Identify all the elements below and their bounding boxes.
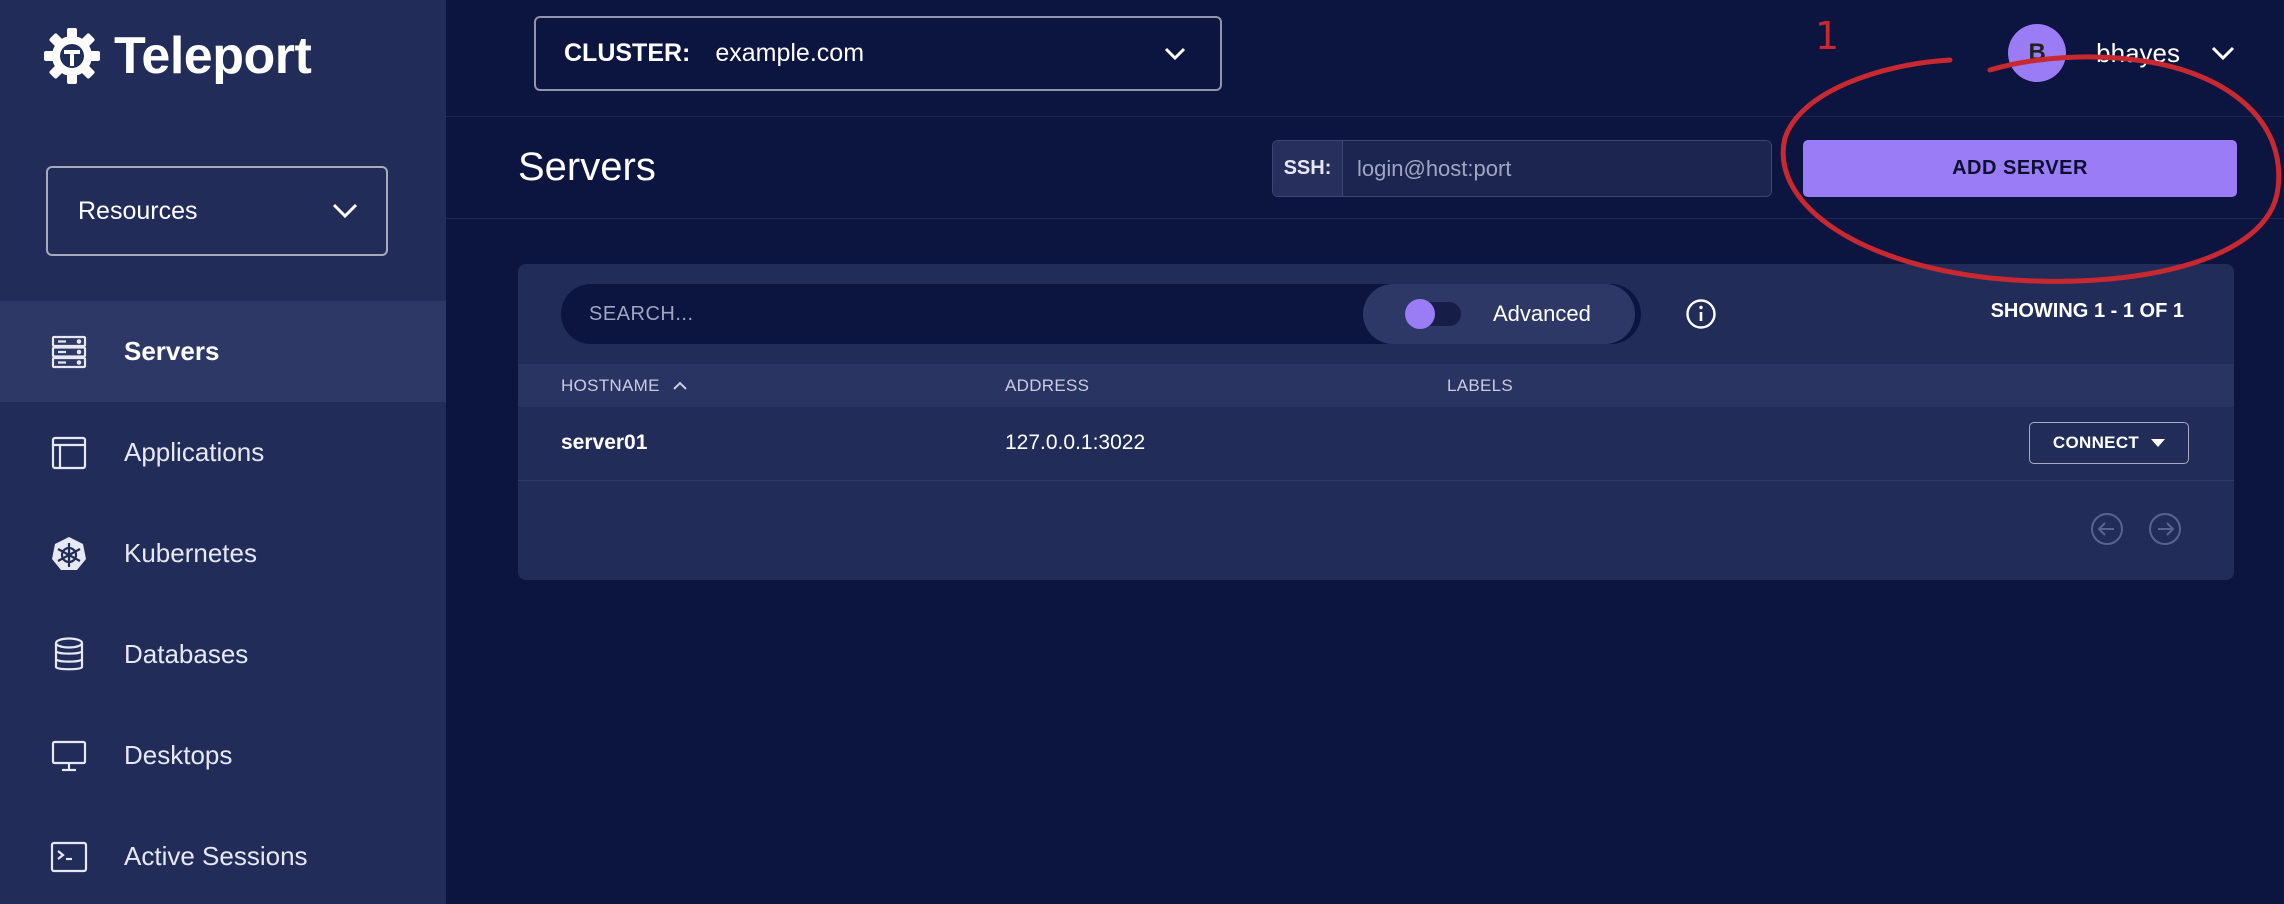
- advanced-label: Advanced: [1493, 301, 1591, 326]
- results-count: SHOWING 1 - 1 OF 1: [1991, 300, 2184, 323]
- info-icon[interactable]: [1685, 298, 1717, 330]
- sidebar-item-label: Active Sessions: [124, 841, 308, 871]
- ssh-login-input[interactable]: [1343, 141, 1771, 196]
- advanced-search-toggle[interactable]: Advanced: [1363, 284, 1635, 344]
- search-row: Advanced SHOWING 1 - 1 OF 1: [561, 284, 2194, 344]
- table-row: server01 127.0.0.1:3022 CONNECT: [518, 407, 2234, 481]
- caret-down-icon: [2151, 439, 2166, 447]
- showing-of: OF: [2139, 300, 2168, 322]
- sidebar-item-label: Desktops: [124, 740, 233, 770]
- toggle-switch[interactable]: [1405, 299, 1461, 329]
- hostname-cell: server01: [561, 431, 648, 454]
- database-icon: [50, 636, 88, 674]
- kubernetes-icon: [50, 535, 88, 573]
- address-cell: 127.0.0.1:3022: [1005, 431, 1146, 454]
- terminal-icon: [50, 838, 88, 876]
- cluster-select-text: CLUSTER: example.com: [564, 39, 864, 68]
- column-header-labels: LABELS: [1447, 376, 1513, 396]
- page-header: Servers SSH: ADD SERVER: [446, 117, 2284, 219]
- user-menu[interactable]: B bhayes: [2008, 24, 2236, 82]
- servers-table-card: Advanced SHOWING 1 - 1 OF 1 HOSTNAME ADD…: [518, 264, 2234, 580]
- ssh-login-box: SSH:: [1272, 140, 1772, 197]
- teleport-logo-icon: [44, 28, 100, 84]
- showing-range: 1 - 1: [2093, 300, 2134, 322]
- application-window-icon: [50, 434, 88, 472]
- next-page-icon[interactable]: [2148, 512, 2182, 546]
- sidebar-item-label: Applications: [124, 437, 265, 467]
- ssh-label: SSH:: [1273, 141, 1343, 196]
- add-server-button[interactable]: ADD SERVER: [1803, 140, 2237, 197]
- cluster-label: CLUSTER:: [564, 39, 691, 67]
- column-header-label: HOSTNAME: [561, 376, 660, 395]
- sort-ascending-icon: [673, 381, 687, 390]
- sidebar-item-label: Kubernetes: [124, 538, 257, 568]
- sidebar-item-databases[interactable]: Databases: [0, 604, 446, 705]
- sidebar-item-kubernetes[interactable]: Kubernetes: [0, 503, 446, 604]
- cluster-value: example.com: [715, 39, 865, 67]
- sidebar-item-label: Databases: [124, 639, 249, 669]
- sidebar-item-applications[interactable]: Applications: [0, 402, 446, 503]
- previous-page-icon[interactable]: [2090, 512, 2124, 546]
- sidebar-nav: Servers Applications Kubernetes Database…: [0, 301, 446, 904]
- pagination: [2090, 512, 2182, 546]
- avatar: B: [2008, 24, 2067, 82]
- server-icon: [50, 333, 88, 371]
- connect-button[interactable]: CONNECT: [2029, 422, 2189, 464]
- chevron-down-icon: [2211, 46, 2235, 61]
- chevron-down-icon: [332, 203, 358, 219]
- search-box: Advanced: [561, 284, 1641, 344]
- username: bhayes: [2096, 37, 2180, 68]
- toggle-knob: [1405, 299, 1435, 329]
- sidebar-item-servers[interactable]: Servers: [0, 301, 446, 402]
- column-header-label: ADDRESS: [1005, 376, 1090, 395]
- chevron-down-icon: [1164, 47, 1186, 60]
- annotation-number: 1: [1815, 14, 1840, 58]
- search-input[interactable]: [561, 284, 1361, 344]
- teleport-logo[interactable]: Teleport: [42, 26, 312, 86]
- column-header-label: LABELS: [1447, 376, 1514, 395]
- topbar: CLUSTER: example.com B bhayes: [446, 0, 2284, 117]
- sidebar-item-active-sessions[interactable]: Active Sessions: [0, 806, 446, 904]
- column-header-hostname[interactable]: HOSTNAME: [561, 376, 688, 396]
- table-header: HOSTNAME ADDRESS LABELS: [518, 364, 2234, 407]
- desktop-icon: [50, 737, 88, 775]
- resources-select[interactable]: Resources: [46, 166, 388, 256]
- sidebar-item-desktops[interactable]: Desktops: [0, 705, 446, 806]
- column-header-address: ADDRESS: [1005, 376, 1089, 396]
- cluster-select[interactable]: CLUSTER: example.com: [534, 16, 1222, 91]
- resources-select-value: Resources: [78, 196, 198, 225]
- connect-label: CONNECT: [2052, 433, 2140, 452]
- page-title: Servers: [518, 145, 656, 189]
- showing-prefix: SHOWING: [1990, 300, 2089, 322]
- logo-text: Teleport: [114, 27, 312, 85]
- sidebar-item-label: Servers: [124, 336, 220, 366]
- showing-total: 1: [2172, 300, 2184, 322]
- sidebar: Teleport Resources Servers Applications …: [0, 0, 446, 904]
